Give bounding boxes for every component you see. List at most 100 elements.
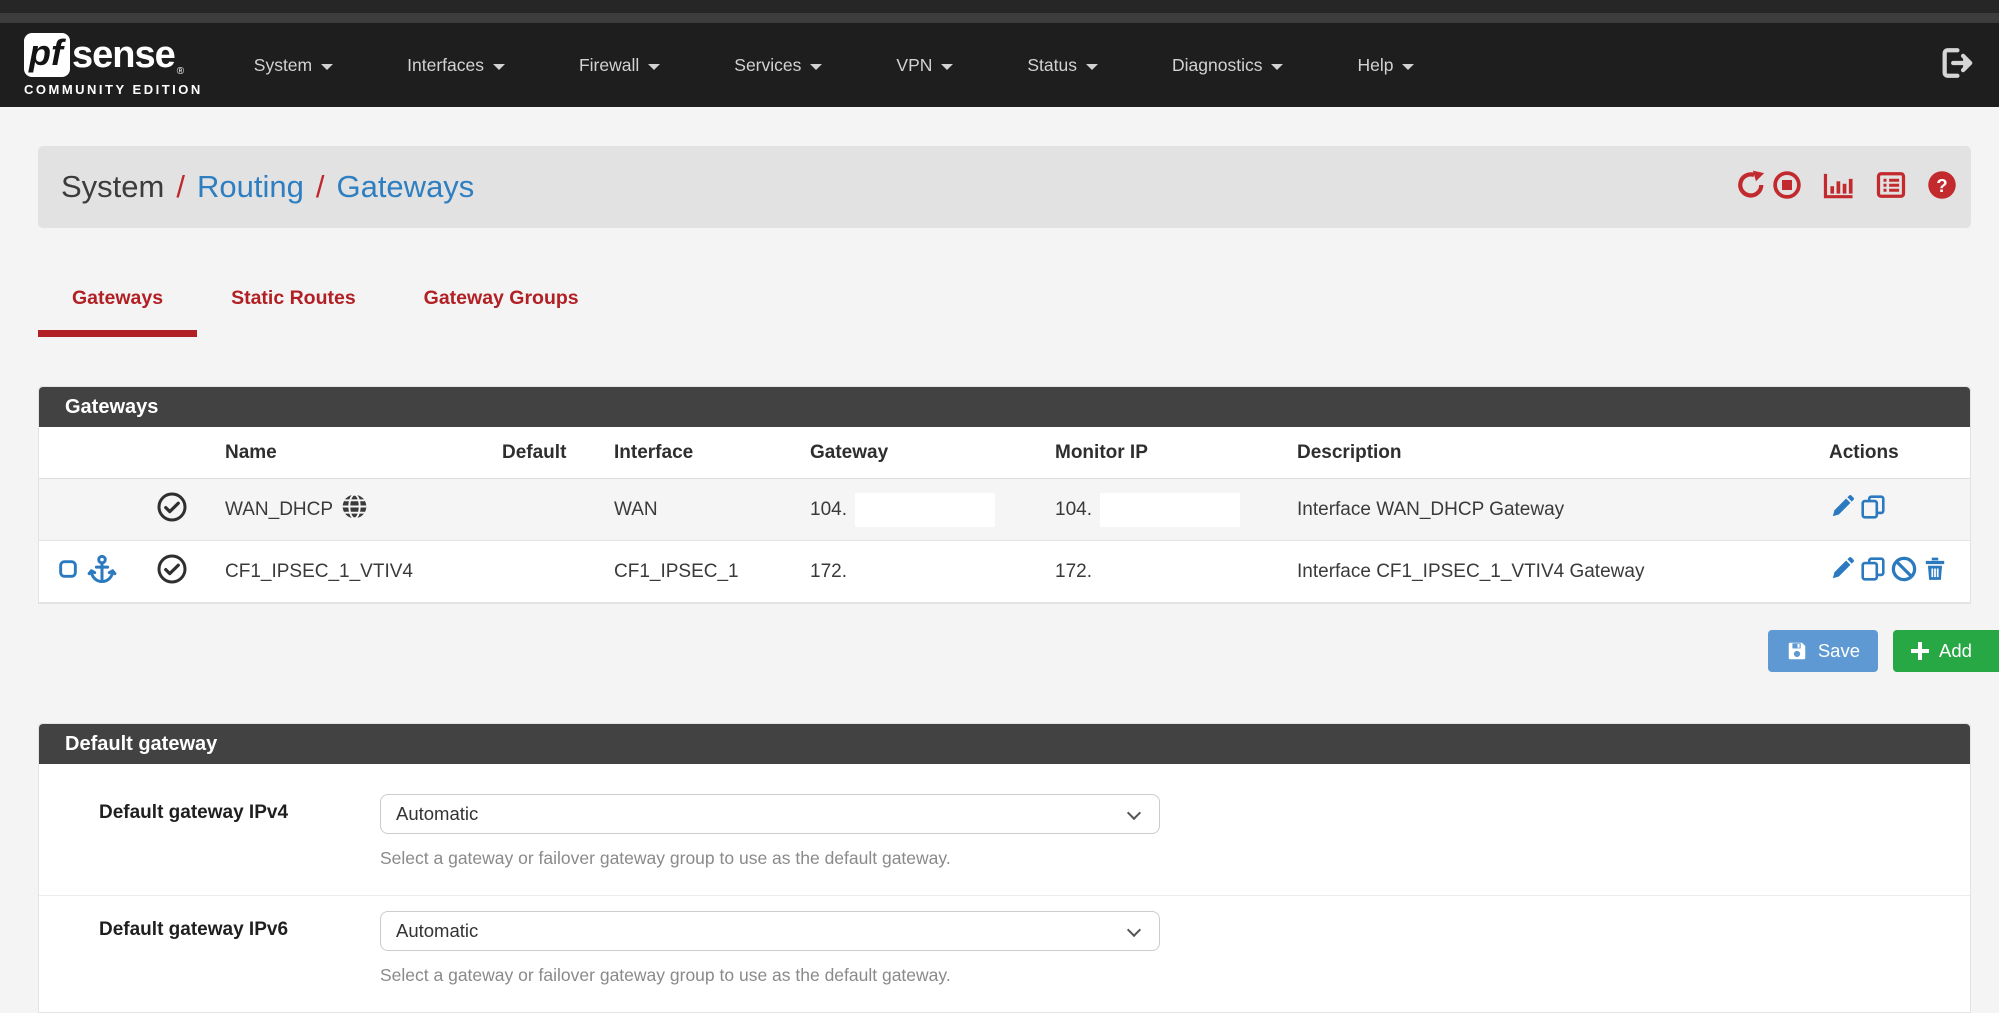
form-row-ipv6: Default gateway IPv6 Automatic Select a … — [39, 895, 1970, 1013]
chart-icon[interactable] — [1823, 170, 1855, 205]
default-gateway-ipv6-select[interactable]: Automatic — [380, 911, 1160, 951]
stop-icon[interactable] — [1772, 170, 1802, 205]
interface-cell: WAN — [606, 499, 802, 521]
default-gateway-panel-title: Default gateway — [39, 724, 1970, 764]
gateway-ip: 172. — [810, 561, 847, 583]
nav-menu: System Interfaces Firewall Services VPN … — [217, 55, 1452, 76]
sign-out-icon[interactable] — [1939, 46, 1973, 85]
redaction-box — [855, 493, 995, 527]
caret-down-icon — [941, 64, 953, 70]
nav-item-label: Firewall — [579, 55, 639, 76]
column-header-gateway: Gateway — [802, 442, 1047, 464]
monitor-ip: 172. — [1055, 561, 1092, 583]
actions-cell — [1809, 556, 1970, 588]
pfsense-logo-pf: pf — [24, 33, 70, 77]
square-icon[interactable] — [57, 558, 79, 586]
nav-item-label: Interfaces — [407, 55, 484, 76]
nav-item-label: System — [254, 55, 312, 76]
actions-cell — [1809, 494, 1970, 526]
caret-down-icon — [1402, 64, 1414, 70]
save-button[interactable]: Save — [1768, 630, 1878, 672]
edit-icon[interactable] — [1829, 556, 1855, 588]
window-strip — [0, 0, 1999, 13]
help-text: Select a gateway or failover gateway gro… — [380, 965, 1160, 986]
log-icon[interactable] — [1876, 170, 1906, 205]
interface-cell: CF1_IPSEC_1 — [606, 561, 802, 583]
nav-item-label: VPN — [896, 55, 932, 76]
gateway-name: WAN_DHCP — [225, 499, 333, 521]
nav-item-firewall[interactable]: Firewall — [542, 55, 697, 76]
routing-tabs: Gateways Static Routes Gateway Groups — [38, 278, 613, 337]
refresh-icon[interactable] — [1736, 170, 1766, 205]
tab-gateways[interactable]: Gateways — [38, 278, 197, 337]
caret-down-icon — [1271, 64, 1283, 70]
nav-item-services[interactable]: Services — [697, 55, 859, 76]
page-quick-icons: ? — [1736, 170, 1957, 205]
nav-item-system[interactable]: System — [217, 55, 370, 76]
anchor-icon — [87, 554, 117, 590]
monitor-ip-cell: 172. — [1047, 561, 1289, 583]
pfsense-logo-top: pf sense ® — [24, 33, 203, 77]
globe-icon — [341, 493, 368, 526]
refresh-stop-pair — [1736, 170, 1802, 205]
default-gateway-panel: Default gateway Default gateway IPv4 Aut… — [38, 723, 1971, 1013]
column-header-monitor-ip: Monitor IP — [1047, 442, 1289, 464]
trash-icon[interactable] — [1922, 556, 1948, 588]
gateway-ip: 104. — [810, 499, 847, 521]
plus-icon — [1911, 642, 1929, 660]
copy-icon[interactable] — [1860, 556, 1886, 588]
table-row: WAN_DHCP WAN 104. 104. Interface WAN_DHC… — [39, 479, 1970, 541]
form-row-ipv4: Default gateway IPv4 Automatic Select a … — [39, 764, 1970, 895]
description-cell: Interface CF1_IPSEC_1_VTIV4 Gateway — [1289, 561, 1809, 583]
select-value: Automatic — [396, 920, 478, 942]
gateway-name: CF1_IPSEC_1_VTIV4 — [225, 561, 413, 583]
pfsense-logo-sense: sense — [72, 36, 175, 74]
caret-down-icon — [648, 64, 660, 70]
breadcrumb-system: System — [61, 169, 164, 205]
tab-gateway-groups[interactable]: Gateway Groups — [390, 278, 613, 337]
nav-item-vpn[interactable]: VPN — [859, 55, 990, 76]
default-gateway-ipv6-label: Default gateway IPv6 — [99, 911, 380, 1013]
monitor-ip-cell: 104. — [1047, 493, 1289, 527]
monitor-ip: 104. — [1055, 499, 1092, 521]
top-navbar: pf sense ® COMMUNITY EDITION System Inte… — [0, 23, 1999, 107]
svg-text:?: ? — [1936, 174, 1947, 195]
copy-icon[interactable] — [1860, 494, 1886, 526]
breadcrumb-bar: System / Routing / Gateways — [38, 146, 1971, 228]
breadcrumb-link-routing[interactable]: Routing — [197, 169, 304, 205]
row-status — [134, 492, 209, 528]
nav-item-help[interactable]: Help — [1320, 55, 1451, 76]
redaction-box — [1100, 493, 1240, 527]
default-gateway-ipv4-select[interactable]: Automatic — [380, 794, 1160, 834]
column-header-default: Default — [494, 442, 606, 464]
form-control: Automatic Select a gateway or failover g… — [380, 911, 1160, 1013]
row-left-icons — [39, 554, 134, 590]
gateway-name-cell: CF1_IPSEC_1_VTIV4 — [209, 561, 494, 583]
gateways-panel-title: Gateways — [39, 387, 1970, 427]
nav-item-interfaces[interactable]: Interfaces — [370, 55, 542, 76]
nav-item-diagnostics[interactable]: Diagnostics — [1135, 55, 1320, 76]
column-header-name: Name — [209, 442, 494, 464]
nav-item-label: Status — [1027, 55, 1077, 76]
breadcrumb-separator: / — [176, 169, 185, 205]
window-strip-light — [0, 13, 1999, 23]
gateway-cell: 104. — [802, 493, 1047, 527]
caret-down-icon — [493, 64, 505, 70]
save-disk-icon — [1786, 640, 1808, 662]
help-icon[interactable]: ? — [1927, 170, 1957, 205]
pfsense-logo[interactable]: pf sense ® COMMUNITY EDITION — [24, 33, 203, 97]
ban-icon[interactable] — [1891, 556, 1917, 588]
gateways-table-header: Name Default Interface Gateway Monitor I… — [39, 427, 1970, 479]
help-text: Select a gateway or failover gateway gro… — [380, 848, 1160, 869]
table-buttons-row: Save Add — [38, 630, 1999, 672]
chevron-down-icon — [1127, 806, 1141, 820]
edit-icon[interactable] — [1829, 494, 1855, 526]
chevron-down-icon — [1127, 923, 1141, 937]
breadcrumb-link-gateways[interactable]: Gateways — [336, 169, 474, 205]
nav-item-status[interactable]: Status — [990, 55, 1135, 76]
tab-static-routes[interactable]: Static Routes — [197, 278, 390, 337]
description-cell: Interface WAN_DHCP Gateway — [1289, 499, 1809, 521]
add-button[interactable]: Add — [1893, 630, 1999, 672]
registered-mark: ® — [177, 66, 184, 77]
default-gateway-ipv4-label: Default gateway IPv4 — [99, 794, 380, 895]
